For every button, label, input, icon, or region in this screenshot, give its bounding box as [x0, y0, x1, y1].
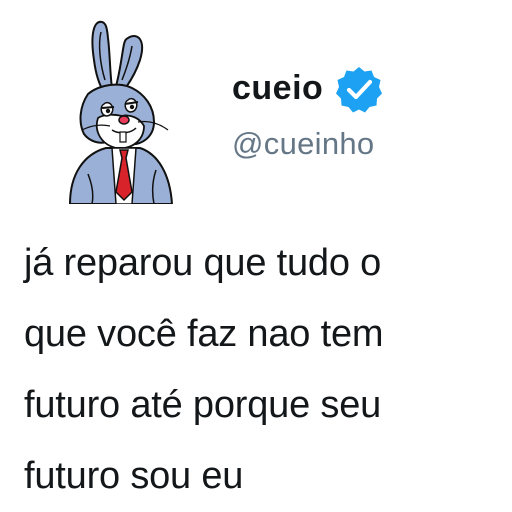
name-row: cueio — [232, 65, 383, 113]
display-name[interactable]: cueio — [232, 66, 323, 110]
tweet-line: já reparou que tudo o — [24, 242, 382, 284]
user-block: cueio @cueinho — [232, 66, 383, 164]
tweet-card: cueio @cueinho já reparou que tudo o que… — [0, 0, 512, 512]
tweet-line: futuro sou eu — [24, 455, 244, 497]
tweet-line: futuro até porque seu — [24, 384, 382, 426]
user-handle[interactable]: @cueinho — [232, 124, 383, 164]
verified-badge-icon — [335, 65, 383, 113]
tweet-text: já reparou que tudo o que você faz nao t… — [24, 228, 494, 512]
tweet-line: que você faz nao tem — [24, 313, 384, 355]
bugs-bunny-avatar-icon — [68, 20, 174, 204]
avatar[interactable] — [40, 14, 210, 204]
